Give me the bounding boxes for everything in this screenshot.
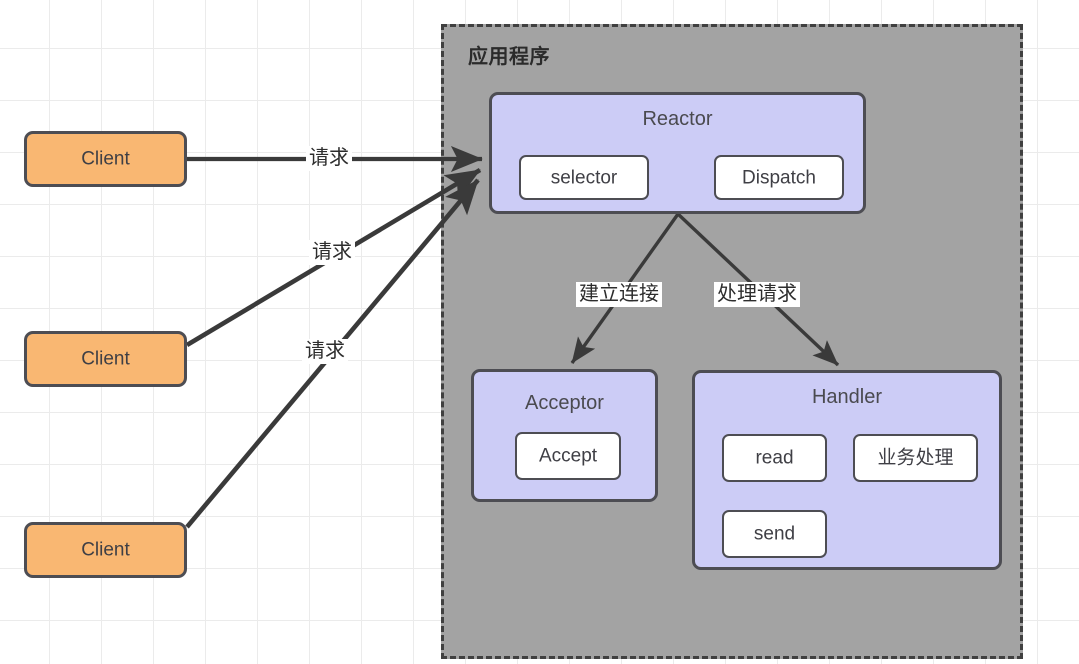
handler-child-read-label: read [755, 447, 794, 469]
reactor-child-dispatch-label: Dispatch [742, 167, 816, 188]
edge-label-request-2: 请求 [309, 240, 355, 265]
client-node-1-label: Client [81, 148, 130, 170]
reactor-child-selector-label: selector [550, 167, 618, 188]
handler-child-business[interactable]: 业务处理 [853, 434, 978, 482]
reactor-node[interactable]: Reactor selector Dispatch [489, 92, 866, 214]
application-container-label: 应用程序 [468, 46, 550, 68]
handler-node-title: Handler [811, 386, 883, 408]
handler-node[interactable]: Handler read 业务处理 send [692, 370, 1002, 570]
acceptor-node-title: Acceptor [525, 392, 604, 414]
handler-child-send-label: send [753, 523, 796, 545]
reactor-child-dispatch[interactable]: Dispatch [714, 155, 844, 200]
edge-label-request-1: 请求 [306, 146, 352, 171]
acceptor-child-accept-label: Accept [538, 445, 598, 467]
edge-label-establish-connection: 建立连接 [576, 282, 662, 307]
client-node-2[interactable]: Client [24, 331, 187, 387]
client-node-3-label: Client [81, 539, 130, 561]
client-node-2-label: Client [81, 348, 130, 370]
reactor-node-title: Reactor [642, 108, 713, 130]
edge-label-handle-request: 处理请求 [714, 282, 800, 307]
handler-child-business-label: 业务处理 [877, 447, 954, 469]
edge-label-request-3: 请求 [302, 339, 348, 364]
handler-child-send[interactable]: send [722, 510, 827, 558]
client-node-1[interactable]: Client [24, 131, 187, 187]
diagram-canvas: 应用程序 Client Client Client Reactor select… [0, 0, 1079, 664]
client-node-3[interactable]: Client [24, 522, 187, 578]
reactor-child-selector[interactable]: selector [519, 155, 649, 200]
acceptor-node[interactable]: Acceptor Accept [471, 369, 658, 502]
handler-child-read[interactable]: read [722, 434, 827, 482]
acceptor-child-accept[interactable]: Accept [515, 432, 621, 480]
